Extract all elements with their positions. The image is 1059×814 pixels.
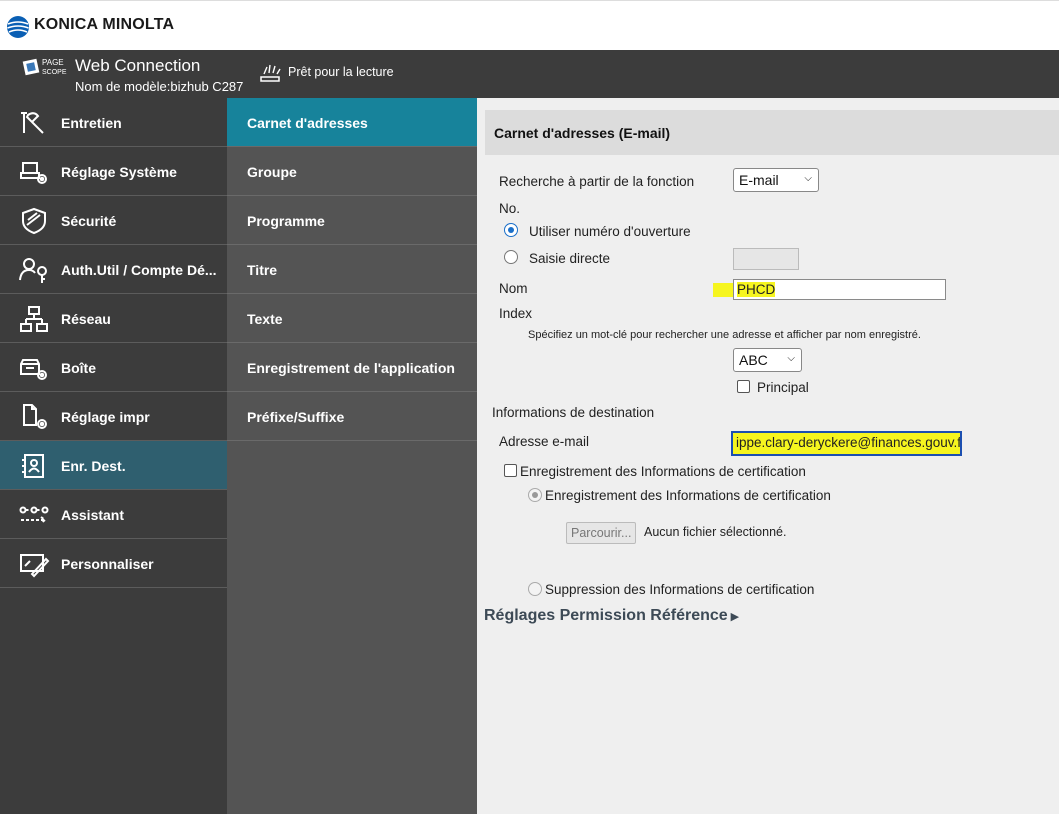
- sidebar-item-label: Auth.Util / Compte Dé...: [61, 262, 217, 278]
- search-function-select[interactable]: E-mail ⌵: [733, 168, 819, 192]
- name-label: Nom: [499, 281, 528, 296]
- sidebar-item-reglage-systeme[interactable]: Réglage Système: [0, 147, 227, 196]
- konica-minolta-logo-icon: [7, 16, 29, 38]
- email-label: Adresse e-mail: [499, 434, 590, 449]
- content-header: Carnet d'adresses (E-mail): [485, 110, 1059, 155]
- app-title: Web Connection: [75, 56, 201, 75]
- radio-cert-register-label: Enregistrement des Informations de certi…: [545, 488, 831, 503]
- submenu-item-prefixe-suffixe[interactable]: Préfixe/Suffixe: [227, 392, 477, 441]
- email-field[interactable]: ippe.clary-deryckere@finances.gouv.fr: [731, 431, 962, 456]
- index-hint: Spécifiez un mot-clé pour rechercher une…: [528, 329, 921, 341]
- sidebar-item-label: Sécurité: [61, 213, 117, 229]
- permission-settings-link[interactable]: Réglages Permission Référence ▶: [484, 607, 739, 625]
- browse-button[interactable]: Parcourir...: [566, 522, 637, 544]
- address-book-icon: [22, 454, 44, 478]
- index-value: ABC: [739, 352, 768, 368]
- name-value: PHCD: [737, 282, 776, 297]
- ready-status: Prêt pour la lecture: [288, 65, 394, 79]
- network-icon: [20, 306, 48, 332]
- radio-cert-register[interactable]: [528, 488, 542, 502]
- submenu-item-carnet-adresses[interactable]: Carnet d'adresses: [227, 98, 477, 147]
- principal-label: Principal: [757, 380, 809, 395]
- radio-direct-input-label: Saisie directe: [529, 251, 611, 266]
- sidebar-item-label: Réglage impr: [61, 409, 150, 425]
- logo-line-page: PAGE: [42, 58, 64, 67]
- index-select[interactable]: ABC ⌵: [733, 348, 802, 372]
- sidebar-item-label: Enr. Dest.: [61, 458, 126, 474]
- permission-settings-label: Réglages Permission Référence: [484, 607, 728, 624]
- sidebar-item-entretien[interactable]: Entretien: [0, 98, 227, 147]
- model-name: Nom de modèle:bizhub C287: [75, 79, 244, 94]
- index-label: Index: [499, 306, 533, 321]
- sidebar-item-auth[interactable]: Auth.Util / Compte Dé...: [0, 245, 227, 294]
- sidebar-item-label: Boîte: [61, 360, 96, 376]
- page-title: Carnet d'adresses (E-mail): [494, 125, 671, 141]
- sidebar-item-securite[interactable]: Sécurité: [0, 196, 227, 245]
- sidebar-item-label: Réseau: [61, 311, 111, 327]
- chevron-down-icon: ⌵: [804, 173, 812, 184]
- submenu-item-titre[interactable]: Titre: [227, 245, 477, 294]
- highlight-mark: [713, 283, 733, 297]
- system-settings-icon: [20, 162, 47, 184]
- sidebar-item-label: Réglage Système: [61, 164, 177, 180]
- radio-open-number-label: Utiliser numéro d'ouverture: [529, 224, 691, 239]
- cert-registration-checkbox-label: Enregistrement des Informations de certi…: [520, 464, 806, 479]
- assistant-icon: [19, 506, 49, 524]
- sidebar: Entretien Réglage Système Sécurité Auth.…: [0, 98, 227, 814]
- sidebar-item-reseau[interactable]: Réseau: [0, 294, 227, 343]
- logo-line-scope: SCOPE: [42, 69, 67, 76]
- triangle-right-icon: ▶: [730, 611, 740, 623]
- pagescope-logo-icon: PAGE SCOPE: [22, 58, 67, 76]
- main-content: Carnet d'adresses (E-mail) Recherche à p…: [477, 98, 1059, 814]
- sidebar-item-label: Entretien: [61, 115, 122, 131]
- submenu-item-enregistrement-application[interactable]: Enregistrement de l'application: [227, 343, 477, 392]
- radio-open-number[interactable]: [504, 223, 518, 237]
- header-bar: PAGE SCOPE Web Connection Nom de modèle:…: [0, 50, 1059, 98]
- scanner-ready-icon: [260, 64, 281, 82]
- email-value: ippe.clary-deryckere@finances.gouv.fr: [736, 435, 962, 450]
- radio-direct-input[interactable]: [504, 250, 518, 264]
- submenu: Carnet d'adresses Groupe Programme Titre…: [227, 98, 477, 814]
- direct-number-field[interactable]: [733, 248, 799, 270]
- search-function-label: Recherche à partir de la fonction: [499, 174, 695, 189]
- submenu-item-groupe[interactable]: Groupe: [227, 147, 477, 196]
- search-function-value: E-mail: [739, 172, 779, 188]
- wrench-icon: [21, 112, 44, 134]
- sidebar-item-label: Assistant: [61, 507, 125, 523]
- sidebar-item-enr-dest[interactable]: Enr. Dest.: [0, 441, 227, 490]
- submenu-item-programme[interactable]: Programme: [227, 196, 477, 245]
- radio-cert-delete-label: Suppression des Informations de certific…: [545, 582, 815, 597]
- sidebar-item-label: Personnaliser: [61, 556, 154, 572]
- no-file-selected: Aucun fichier sélectionné.: [644, 525, 787, 539]
- principal-checkbox[interactable]: [737, 380, 750, 393]
- brand-bar: KONICA MINOLTA: [0, 0, 1059, 50]
- sidebar-item-assistant[interactable]: Assistant: [0, 490, 227, 539]
- cert-registration-checkbox[interactable]: [504, 464, 517, 477]
- brand-name: KONICA MINOLTA: [34, 16, 175, 33]
- sidebar-item-reglage-impr[interactable]: Réglage impr: [0, 392, 227, 441]
- printer-settings-icon: [23, 404, 47, 429]
- submenu-item-texte[interactable]: Texte: [227, 294, 477, 343]
- radio-cert-delete[interactable]: [528, 582, 542, 596]
- sidebar-item-boite[interactable]: Boîte: [0, 343, 227, 392]
- destination-info-label: Informations de destination: [492, 405, 655, 420]
- shield-icon: [22, 207, 46, 235]
- chevron-down-icon: ⌵: [787, 353, 795, 364]
- sidebar-item-personnaliser[interactable]: Personnaliser: [0, 539, 227, 588]
- box-icon: [20, 359, 47, 380]
- name-field[interactable]: PHCD: [733, 279, 946, 300]
- customize-icon: [20, 554, 50, 578]
- user-key-icon: [19, 258, 47, 283]
- number-label: No.: [499, 201, 521, 216]
